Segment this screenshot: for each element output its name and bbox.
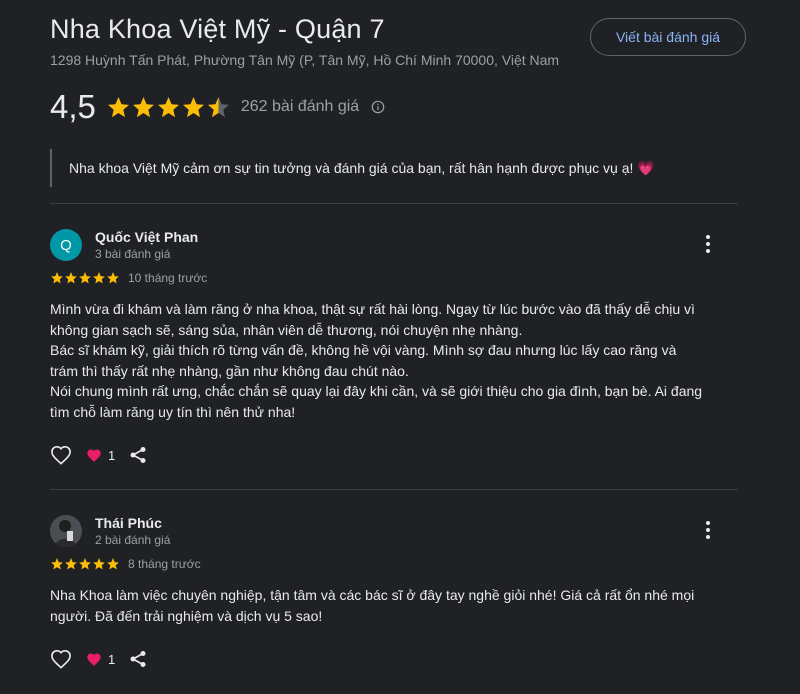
rating-summary: 4,5 262 bài đánh giá — [50, 88, 385, 126]
place-address: 1298 Huỳnh Tấn Phát, Phường Tân Mỹ (P, T… — [50, 52, 560, 68]
reaction-count: 1 — [108, 651, 116, 667]
review-time: 10 tháng trước — [128, 271, 208, 285]
star-rating — [50, 557, 120, 571]
avatar[interactable]: Q — [50, 229, 82, 261]
review-text-line: Bác sĩ khám kỹ, giải thích rõ từng vấn đ… — [50, 342, 677, 358]
reaction-summary[interactable]: 1 — [86, 448, 115, 463]
review-text-line: người. Đã đến trải nghiệm và dịch vụ 5 s… — [50, 607, 323, 624]
star-icon — [51, 272, 63, 284]
avatar-letter: Q — [60, 236, 72, 254]
owner-reply-text: Nha khoa Việt Mỹ cảm ơn sự tin tưởng và … — [69, 160, 634, 176]
review-text-line: trám thì thấy rất nhẹ nhàng, gần như khô… — [50, 362, 409, 379]
star-icon — [132, 96, 154, 117]
star-icon — [157, 96, 179, 117]
review-text-line: không gian sạch sẽ, sáng sủa, nhân viên … — [50, 321, 523, 338]
share-button[interactable] — [129, 446, 147, 464]
review-text-line: tìm chỗ làm răng uy tín thì nên thử nha! — [50, 403, 296, 420]
owner-reply: Nha khoa Việt Mỹ cảm ơn sự tin tưởng và … — [50, 149, 700, 187]
heart-reaction-icon — [87, 449, 101, 462]
star-rating — [50, 271, 120, 285]
rating-stars — [106, 95, 231, 120]
star-icon — [182, 96, 204, 117]
review-text: Mình vừa đi khám và làm răng ở nha khoa,… — [50, 299, 730, 422]
review-stars: 8 tháng trước — [50, 557, 201, 571]
star-icon — [107, 558, 119, 570]
share-button[interactable] — [129, 650, 147, 668]
star-icon — [107, 96, 129, 117]
avatar[interactable] — [50, 515, 82, 547]
star-icon — [79, 558, 91, 570]
place-header: Nha Khoa Việt Mỹ - Quận 7 1298 Huỳnh Tấn… — [50, 14, 559, 68]
star-icon — [207, 96, 229, 117]
review-card: Thái Phúc 2 bài đánh giá 8 tháng trước N… — [50, 515, 740, 685]
star-icon — [65, 272, 77, 284]
reviewer-review-count: 3 bài đánh giá — [95, 247, 171, 261]
like-button[interactable] — [50, 649, 72, 669]
place-title: Nha Khoa Việt Mỹ - Quận 7 — [50, 14, 385, 44]
divider — [50, 203, 738, 204]
like-button[interactable] — [50, 445, 72, 465]
review-card: Q Quốc Việt Phan 3 bài đánh giá 10 tháng… — [50, 229, 740, 469]
more-vert-icon[interactable] — [700, 519, 716, 541]
heart-outline-icon — [51, 649, 71, 669]
share-icon — [130, 447, 146, 463]
review-actions: 1 — [50, 649, 161, 669]
review-text-line: Mình vừa đi khám và làm răng ở nha khoa,… — [50, 301, 695, 317]
review-stars: 10 tháng trước — [50, 271, 207, 285]
review-actions: 1 — [50, 445, 161, 465]
write-review-button[interactable]: Viết bài đánh giá — [590, 18, 746, 56]
star-icon — [65, 558, 77, 570]
divider — [50, 489, 738, 490]
heart-outline-icon — [51, 445, 71, 465]
reaction-count: 1 — [108, 447, 116, 463]
star-icon — [93, 272, 105, 284]
reviewer-name[interactable]: Quốc Việt Phan — [95, 229, 198, 245]
star-icon — [93, 558, 105, 570]
share-icon — [130, 651, 146, 667]
heart-emoji: 💗 — [637, 159, 655, 176]
heart-reaction-icon — [87, 653, 101, 666]
review-count-link[interactable]: 262 bài đánh giá — [241, 98, 359, 116]
reaction-summary[interactable]: 1 — [86, 652, 115, 667]
rating-value: 4,5 — [50, 88, 96, 125]
reviewer-name[interactable]: Thái Phúc — [95, 515, 162, 531]
avatar-photo-icon — [50, 515, 82, 547]
review-text-line: Nha Khoa làm việc chuyên nghiệp, tận tâm… — [50, 587, 695, 603]
review-time: 8 tháng trước — [128, 557, 201, 571]
review-text-line: Nói chung mình rất ưng, chắc chắn sẽ qua… — [50, 383, 703, 399]
more-vert-icon[interactable] — [700, 233, 716, 255]
star-icon — [51, 558, 63, 570]
info-icon[interactable] — [371, 100, 385, 114]
star-icon — [79, 272, 91, 284]
review-text: Nha Khoa làm việc chuyên nghiệp, tận tâm… — [50, 585, 730, 626]
reviewer-review-count: 2 bài đánh giá — [95, 533, 171, 547]
star-icon — [107, 272, 119, 284]
